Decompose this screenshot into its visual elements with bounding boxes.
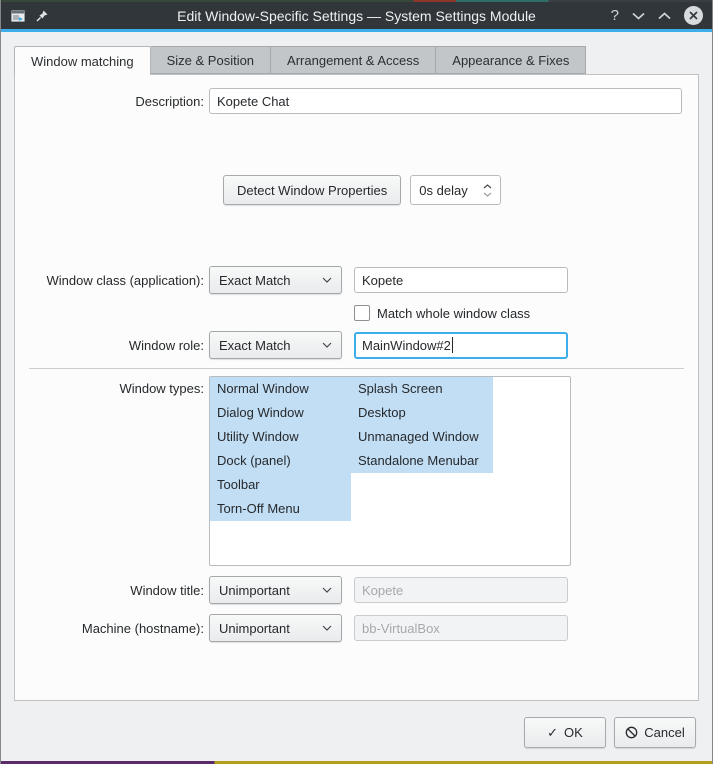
close-icon[interactable] — [684, 6, 703, 25]
machine-row: Machine (hostname): Unimportant — [15, 614, 698, 642]
cancel-circle-icon — [625, 726, 638, 739]
window-type-option[interactable]: Utility Window — [210, 425, 351, 449]
tab-arrangement-access[interactable]: Arrangement & Access — [271, 46, 436, 74]
window-role-mode-combobox[interactable]: Exact Match — [209, 331, 342, 359]
window-class-row: Window class (application): Exact Match — [15, 266, 698, 294]
window-type-option[interactable]: Desktop — [351, 401, 493, 425]
spin-down-icon — [483, 192, 492, 197]
ok-label: OK — [564, 725, 583, 740]
minimize-icon[interactable] — [632, 12, 645, 20]
window-title-row: Window title: Unimportant — [15, 576, 698, 604]
window-types-row: Window types: Normal Window Dialog Windo… — [15, 376, 698, 566]
dialog-footer: ✓ OK Cancel — [1, 717, 696, 748]
window-class-label: Window class (application): — [15, 273, 204, 288]
window-type-option[interactable]: Dialog Window — [210, 401, 351, 425]
window-title-input — [354, 577, 568, 603]
pin-icon[interactable] — [35, 9, 49, 23]
whole-class-row: Match whole window class — [354, 305, 698, 321]
machine-label: Machine (hostname): — [15, 621, 204, 636]
app-window-icon — [10, 8, 26, 24]
tab-appearance-fixes[interactable]: Appearance & Fixes — [436, 46, 586, 74]
tab-size-position[interactable]: Size & Position — [151, 46, 271, 74]
spin-up-icon — [483, 184, 492, 189]
chevron-down-icon — [322, 587, 332, 593]
titlebar-accent-line — [1, 29, 712, 32]
window-type-option[interactable]: Unmanaged Window — [351, 425, 493, 449]
text-caret — [452, 337, 453, 353]
window-class-mode-value: Exact Match — [219, 273, 291, 288]
window-role-mode-value: Exact Match — [219, 338, 291, 353]
chevron-down-icon — [322, 625, 332, 631]
detect-row: Detect Window Properties 0s delay — [223, 175, 698, 205]
window-matching-panel: Description: Detect Window Properties 0s… — [14, 74, 699, 701]
window-title: Edit Window-Specific Settings — System S… — [1, 8, 712, 24]
cancel-button[interactable]: Cancel — [614, 717, 696, 748]
detect-window-properties-button[interactable]: Detect Window Properties — [223, 175, 401, 205]
window-type-option[interactable]: Standalone Menubar — [351, 449, 493, 473]
delay-spinbox[interactable]: 0s delay — [410, 175, 501, 205]
tab-window-matching[interactable]: Window matching — [14, 46, 151, 75]
check-icon: ✓ — [547, 725, 558, 741]
match-whole-class-label: Match whole window class — [377, 306, 530, 321]
description-row: Description: — [15, 88, 698, 114]
ok-button[interactable]: ✓ OK — [524, 717, 606, 748]
window-type-option[interactable]: Normal Window — [210, 377, 351, 401]
machine-mode-value: Unimportant — [219, 621, 290, 636]
window-class-input[interactable] — [354, 267, 568, 293]
window-role-row: Window role: Exact Match MainWindow#2 — [15, 331, 698, 359]
cancel-label: Cancel — [644, 725, 684, 740]
window-types-label: Window types: — [15, 376, 204, 396]
window-type-option[interactable]: Torn-Off Menu — [210, 497, 351, 521]
tab-bar: Window matching Size & Position Arrangem… — [14, 46, 712, 74]
window-title-mode-combobox[interactable]: Unimportant — [209, 576, 342, 604]
help-icon[interactable]: ? — [611, 7, 619, 24]
description-input[interactable] — [209, 88, 682, 114]
window-types-listbox[interactable]: Normal Window Dialog Window Utility Wind… — [209, 376, 571, 566]
separator — [29, 368, 684, 369]
chevron-down-icon — [322, 342, 332, 348]
window-title-label: Window title: — [15, 583, 204, 598]
window-type-option[interactable]: Splash Screen — [351, 377, 493, 401]
match-whole-class-checkbox[interactable] — [354, 305, 370, 321]
machine-mode-combobox[interactable]: Unimportant — [209, 614, 342, 642]
window-type-option[interactable]: Dock (panel) — [210, 449, 351, 473]
window-role-value: MainWindow#2 — [362, 338, 451, 353]
titlebar[interactable]: Edit Window-Specific Settings — System S… — [1, 2, 712, 29]
delay-value: 0s delay — [419, 183, 467, 198]
window-role-label: Window role: — [15, 338, 204, 353]
window-role-input[interactable]: MainWindow#2 — [354, 332, 568, 359]
maximize-icon[interactable] — [658, 12, 671, 20]
window-class-mode-combobox[interactable]: Exact Match — [209, 266, 342, 294]
chevron-down-icon — [322, 277, 332, 283]
window-title-mode-value: Unimportant — [219, 583, 290, 598]
description-label: Description: — [15, 94, 204, 109]
machine-input — [354, 615, 568, 641]
window-type-option[interactable]: Toolbar — [210, 473, 351, 497]
